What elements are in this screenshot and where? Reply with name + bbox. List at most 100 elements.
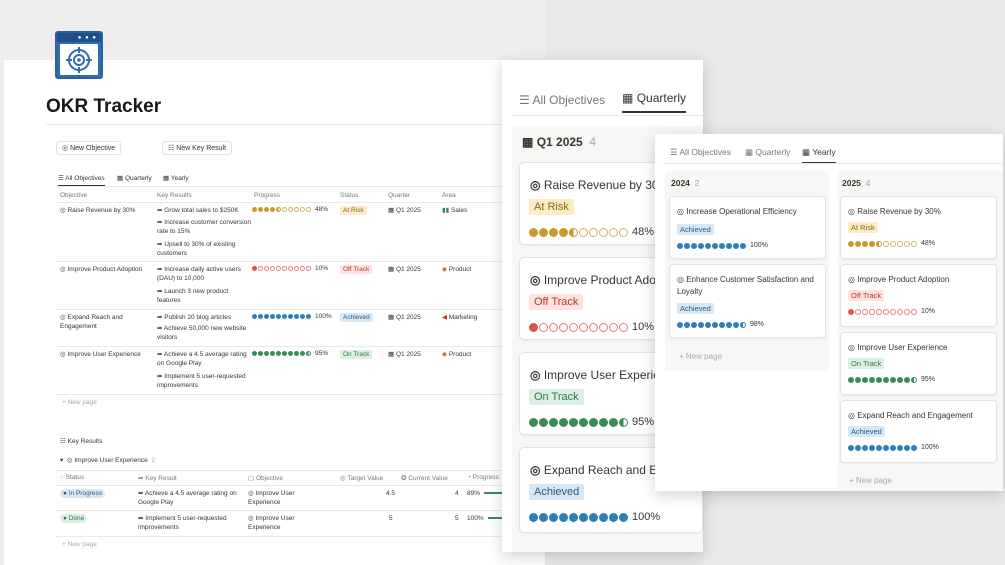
progress-percent: 10% [921,308,936,315]
objective-card[interactable]: ◎ Increase Operational Efficiency Achiev… [669,196,826,259]
progress-dot [306,314,311,319]
calendar-icon: ▦ [802,147,811,157]
calendar-icon: ▦ [117,175,124,182]
table-row-objective[interactable]: ◎ Improve User Experience [60,350,152,359]
new-page-button[interactable]: + New page [62,540,97,549]
objective-card[interactable]: ◎ Raise Revenue by 30% At Risk 48% [840,196,997,259]
progress-dot [294,314,299,319]
tab-quarterly[interactable]: ▦ Quarterly [745,147,790,158]
table-row-key-result[interactable]: ➦ Achieve a 4.5 average rating on Google… [138,489,238,508]
table-row-objective[interactable]: ◎ Raise Revenue by 30% [60,206,152,215]
progress-dot [288,207,293,212]
progress-dot [862,376,868,383]
progress-dot [579,227,588,237]
col-status[interactable]: Status [340,192,358,199]
progress-percent: 100% [315,313,332,320]
progress-dot [282,207,287,212]
progress-dot [691,242,697,249]
col-current-value[interactable]: ✪ Current Value [401,474,448,482]
key-result-link[interactable]: ➦ Grow total sales to $250K [157,206,251,215]
objective-card[interactable]: ◎ Improve Product Adoption Off Track 10% [840,264,997,327]
progress-dot [869,444,875,451]
tab-all-objectives[interactable]: ☰ All Objectives [670,147,731,158]
key-result-link[interactable]: ➦ Increase customer conversion rate to 1… [157,218,251,237]
progress-bar: 48% [529,226,654,238]
col-key-results[interactable]: Key Results [157,192,192,199]
progress-dot [252,207,257,212]
progress-dot [677,321,683,328]
progress-dot [549,227,558,237]
progress-dot [869,240,875,247]
tab-all-objectives[interactable]: ☰ All Objectives [519,93,605,107]
progress-dot [306,207,311,212]
col-progress[interactable]: Progress [254,192,280,199]
key-result-link[interactable]: ➦ Launch 3 new product features [157,287,251,306]
new-page-button[interactable]: + New page [849,476,892,485]
col-area[interactable]: Area [442,192,456,199]
table-row-key-result[interactable]: ➦ Implement 5 user-requested improvement… [138,514,238,533]
progress-dot [869,376,875,383]
new-page-button[interactable]: + New page [62,398,97,407]
col-quarter[interactable]: Quarter [388,192,410,199]
page-icon[interactable]: ● ● ● [55,31,103,79]
key-result-link[interactable]: ➦ Implement 5 user-requested improvement… [157,372,251,391]
status-badge: At Risk [340,206,367,215]
progress-dot [883,308,889,315]
progress-dot [619,417,628,427]
col-target-value[interactable]: ◎ Target Value [340,474,383,482]
table-row-objective[interactable]: ◎ Expand Reach and Engagement [60,313,152,332]
progress-dot [264,266,269,271]
objective-card[interactable]: ◎ Enhance Customer Satisfaction and Loya… [669,264,826,338]
objective-card[interactable]: ◎ Improve User Experience On Track 95% [840,332,997,395]
progress-dot [539,322,548,332]
tab-all-objectives[interactable]: ☰ All Objectives [58,174,105,186]
progress-dot [609,417,618,427]
progress-bar: 100% [677,242,768,249]
objective-link[interactable]: ◎ Improve User Experience [248,514,328,533]
progress-value: 100% [467,515,484,522]
key-result-link[interactable]: ➦ Publish 20 blog articles [157,313,251,322]
new-objective-button[interactable]: ◎ New Objective [56,141,122,155]
progress-bar: 95% [529,416,654,428]
progress-dot [264,351,269,356]
table-row-objective[interactable]: ◎ Improve Product Adoption [60,265,152,274]
progress-dot [733,321,739,328]
tab-yearly[interactable]: ▦ Yearly [802,147,836,163]
key-result-link[interactable]: ➦ Increase daily active users (DAU) to 1… [157,265,251,284]
key-result-link[interactable]: ➦ Upsell to 30% of existing customers [157,240,251,259]
target-value: 5 [389,515,393,522]
progress-dot [300,351,305,356]
progress-dot [897,444,903,451]
col-status[interactable]: ◌ Status [60,474,84,481]
progress-dot [549,417,558,427]
target-icon: ◎ [848,343,855,352]
objective-link[interactable]: ◎ Improve User Experience [248,489,328,508]
col-progress[interactable]: ◔ Progress [467,474,499,481]
key-result-link[interactable]: ➦ Achieve a 4.5 average rating on Google… [157,350,251,369]
calendar-icon: ▦ [163,175,170,182]
status-badge: At Risk [529,199,574,215]
group-toggle[interactable]: ▾ ◎ Improve User Experience 2 [60,456,155,465]
status-badge: Achieved [848,426,885,437]
tab-yearly[interactable]: ▦ Yearly [163,174,189,182]
col-objective[interactable]: Objective [60,192,87,199]
col-objective[interactable]: ▢ Objective [248,474,283,482]
col-key-result[interactable]: ➦ Key Result [138,474,177,482]
progress-dot [539,512,548,522]
new-key-result-button[interactable]: ☷ New Key Result [162,141,233,155]
progress-dot [300,266,305,271]
progress-dot [300,314,305,319]
progress-dot [883,376,889,383]
progress-dot [677,242,683,249]
progress-dot [306,266,311,271]
progress-dot [904,308,910,315]
progress-dot [740,321,746,328]
new-page-button[interactable]: + New page [679,352,722,361]
objective-card[interactable]: ◎ Expand Reach and Engagement Achieved 1… [840,400,997,463]
key-result-link[interactable]: ➦ Achieve 50,000 new website visitors [157,324,251,343]
status-badge: Off Track [340,265,373,274]
tab-quarterly[interactable]: ▦ Quarterly [622,91,687,113]
tab-quarterly[interactable]: ▦ Quarterly [117,174,152,182]
progress-dot [294,266,299,271]
progress-percent: 100% [921,444,939,451]
